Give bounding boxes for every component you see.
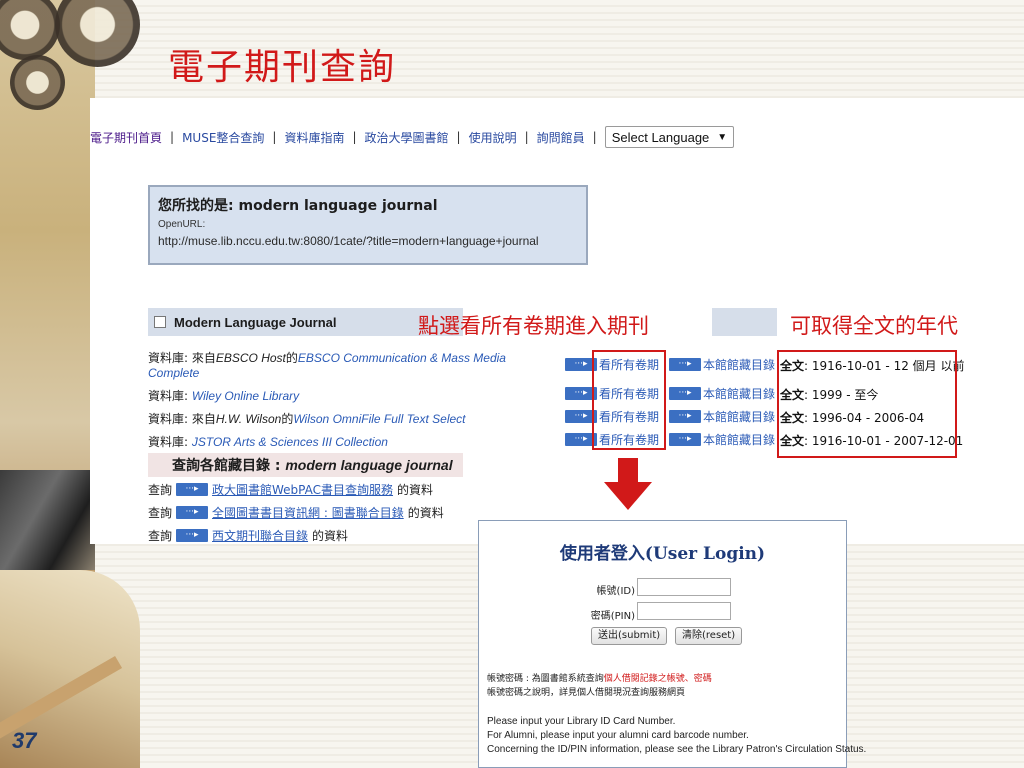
catalog-row: 查詢 ···▸ 全國圖書書目資訊網 : 圖書聯合目錄 的資料 xyxy=(148,504,444,521)
database-row: 資料庫: JSTOR Arts & Sciences III Collectio… xyxy=(148,433,388,450)
arrow-icon: ···▸ xyxy=(176,506,209,519)
arrow-icon: ···▸ xyxy=(669,410,702,423)
highlight-all-issues xyxy=(592,350,666,450)
database-row: 資料庫: 來自H.W. Wilson的Wilson OmniFile Full … xyxy=(148,410,466,427)
journal-title: Modern Language Journal xyxy=(174,314,337,330)
annotation-select-issues: 點選看所有卷期進入期刊 xyxy=(418,314,649,338)
catalog-row-suffix: 的資料 xyxy=(312,529,349,543)
submit-button[interactable]: 送出(submit) xyxy=(591,627,668,645)
language-select[interactable]: Select Language ▼ xyxy=(604,126,735,148)
reset-button[interactable]: 清除(reset) xyxy=(675,627,743,645)
login-dialog: 使用者登入(User Login) 帳號(ID) 密碼(PIN) 送出(subm… xyxy=(478,520,866,768)
openurl-value: http://muse.lib.nccu.edu.tw:8080/1cate/?… xyxy=(158,234,539,248)
search-summary-label: 您所找的是: xyxy=(158,198,234,214)
id-input[interactable] xyxy=(637,578,731,596)
login-note: 帳號密碼 : 為圖書館系統查詢個人借閱記錄之帳號、密碼 xyxy=(487,671,712,684)
library-catalog-link[interactable]: 本館館藏目錄 xyxy=(703,385,775,402)
database-link[interactable]: JSTOR Arts & Sciences III Collection xyxy=(192,435,388,449)
id-label: 帳號(ID) xyxy=(596,586,635,597)
catalog-row-suffix: 的資料 xyxy=(407,506,444,520)
catalog-row-suffix: 的資料 xyxy=(397,483,434,497)
catalog-title-query: modern language journal xyxy=(285,457,453,473)
catalog-link[interactable]: 全國圖書書目資訊網 : 圖書聯合目錄 xyxy=(212,504,404,521)
database-link-continued[interactable]: Complete xyxy=(148,366,199,380)
database-link[interactable]: Wilson OmniFile Full Text Select xyxy=(293,412,465,426)
pin-input[interactable] xyxy=(637,602,731,620)
slide-number: 37 xyxy=(12,728,37,753)
highlight-fulltext xyxy=(777,350,957,458)
database-prefix: 資料庫: 來自 xyxy=(148,412,216,426)
library-catalog-link[interactable]: 本館館藏目錄 xyxy=(703,356,775,373)
login-instruction-2: For Alumni, please input your alumni car… xyxy=(487,730,749,741)
catalog-row-prefix: 查詢 xyxy=(148,529,173,543)
arrow-icon: ···▸ xyxy=(669,358,702,371)
search-summary-line: 您所找的是: modern language journal xyxy=(158,195,578,215)
nav-ask-librarian[interactable]: 詢問館員 xyxy=(529,129,593,146)
database-prefix: 資料庫: xyxy=(148,389,192,403)
arrow-icon: ···▸ xyxy=(669,433,702,446)
openurl-label: OpenURL: xyxy=(158,219,206,230)
database-mid: 的 xyxy=(281,412,294,426)
journal-checkbox[interactable] xyxy=(154,316,166,328)
catalog-link[interactable]: 政大圖書館WebPAC書目查詢服務 xyxy=(212,481,393,498)
catalog-row: 查詢 ···▸ 西文期刊聯合目錄 的資料 xyxy=(148,527,348,544)
catalog-row: 查詢 ···▸ 政大圖書館WebPAC書目查詢服務 的資料 xyxy=(148,481,433,498)
catalog-search-title: 查詢各館藏目錄 : modern language journal xyxy=(148,453,463,477)
slide-title: 電子期刊查詢 xyxy=(168,47,397,88)
login-note-2: 帳號密碼之說明，詳見個人借閱現況查詢服務網頁 xyxy=(487,688,686,698)
nav-ejournal-home[interactable]: 電子期刊首頁 xyxy=(90,129,170,146)
login-title: 使用者登入(User Login) xyxy=(559,544,766,564)
database-vendor: H.W. Wilson xyxy=(215,412,282,426)
login-instruction-1: Please input your Library ID Card Number… xyxy=(487,716,676,727)
database-row: 資料庫: 來自EBSCO Host的EBSCO Communication & … xyxy=(148,349,506,380)
catalog-link[interactable]: 西文期刊聯合目錄 xyxy=(212,527,308,544)
catalog-row-prefix: 查詢 xyxy=(148,483,173,497)
chevron-down-icon: ▼ xyxy=(717,131,728,143)
nav-database-guide[interactable]: 資料庫指南 xyxy=(276,129,352,146)
nav-muse-search[interactable]: MUSE整合查詢 xyxy=(174,129,272,146)
catalog-title-prefix: 查詢各館藏目錄 : xyxy=(172,458,286,474)
library-catalog-link[interactable]: 本館館藏目錄 xyxy=(703,408,775,425)
database-prefix: 資料庫: 來自 xyxy=(148,351,216,365)
arrow-icon: ···▸ xyxy=(176,483,209,496)
nav-nccu-library[interactable]: 政治大學圖書館 xyxy=(357,129,457,146)
database-link[interactable]: EBSCO Communication & Mass Media xyxy=(298,351,506,365)
database-vendor: EBSCO Host xyxy=(215,351,286,365)
database-mid: 的 xyxy=(285,351,298,365)
gear-icon xyxy=(10,55,65,110)
header-shading xyxy=(712,308,777,336)
login-note-prefix: 帳號密碼 : 為圖書館系統查詢 xyxy=(487,674,604,684)
arrow-icon: ···▸ xyxy=(669,387,702,400)
business-person-photo xyxy=(0,470,95,570)
login-instruction-3: Concerning the ID/PIN information, pleas… xyxy=(487,744,867,755)
search-summary-box: 您所找的是: modern language journal OpenURL: … xyxy=(148,185,588,265)
down-arrow-icon xyxy=(604,458,652,510)
search-query: modern language journal xyxy=(238,198,438,214)
arrow-icon: ···▸ xyxy=(176,529,209,542)
language-select-value: Select Language xyxy=(611,129,710,145)
journal-header: Modern Language Journal xyxy=(148,308,463,336)
nav-separator: | xyxy=(592,130,597,144)
login-note-highlight[interactable]: 個人借閱記錄之帳號、密碼 xyxy=(604,674,712,684)
top-navigation: 電子期刊首頁 | MUSE整合查詢 | 資料庫指南 | 政治大學圖書館 | 使用… xyxy=(90,126,735,148)
catalog-row-prefix: 查詢 xyxy=(148,506,173,520)
pin-label: 密碼(PIN) xyxy=(590,611,635,622)
annotation-fulltext-years: 可取得全文的年代 xyxy=(790,314,958,338)
nav-instructions[interactable]: 使用說明 xyxy=(461,129,525,146)
database-prefix: 資料庫: xyxy=(148,435,192,449)
library-catalog-link[interactable]: 本館館藏目錄 xyxy=(703,431,775,448)
database-link[interactable]: Wiley Online Library xyxy=(192,389,299,403)
database-row: 資料庫: Wiley Online Library xyxy=(148,387,299,404)
